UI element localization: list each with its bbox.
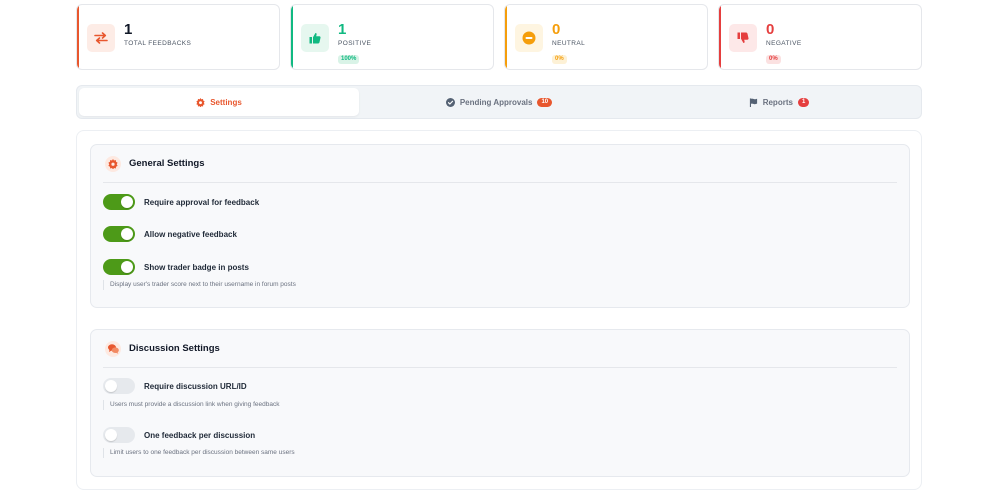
gear-icon [105, 155, 121, 172]
setting-allow-negative: Allow negative feedback [103, 226, 237, 242]
stat-value: 1 [124, 21, 133, 38]
setting-hint: Limit users to one feedback per discussi… [103, 448, 295, 458]
reports-count-badge: 1 [797, 97, 810, 107]
tab-reports-label: Reports [762, 97, 793, 107]
stat-value: 0 [552, 21, 561, 38]
toggle-switch[interactable] [103, 259, 135, 275]
setting-label: Show trader badge in posts [144, 262, 249, 272]
setting-require-discussion-url: Require discussion URL/ID [103, 378, 247, 394]
stat-badge: 0% [766, 54, 781, 64]
toggle-switch[interactable] [103, 226, 135, 242]
check-circle-icon [445, 97, 455, 107]
card-accent [719, 5, 721, 69]
tab-pending-approvals[interactable]: Pending Approvals 10 [359, 88, 639, 116]
toggle-knob [121, 196, 133, 208]
stat-label: POSITIVE [338, 40, 372, 47]
section-title: Discussion Settings [129, 343, 220, 354]
gear-icon [196, 97, 205, 107]
setting-hint: Display user's trader score next to thei… [103, 280, 296, 290]
general-settings-section: General Settings Require approval for fe… [90, 144, 910, 308]
thumbs-up-icon [301, 24, 329, 52]
toggle-knob [105, 380, 117, 392]
pending-count-badge: 10 [537, 97, 553, 107]
setting-label: Require approval for feedback [144, 197, 260, 207]
tab-settings-label: Settings [210, 97, 242, 107]
arrows-exchange-icon [87, 24, 115, 52]
stat-value: 1 [338, 21, 347, 38]
toggle-knob [105, 429, 117, 441]
tab-pending-label: Pending Approvals [459, 97, 533, 107]
section-header: Discussion Settings [103, 330, 897, 368]
toggle-switch[interactable] [103, 427, 135, 443]
stat-card-positive: 1 POSITIVE 100% [290, 4, 494, 70]
setting-require-approval: Require approval for feedback [103, 194, 259, 210]
setting-label: Require discussion URL/ID [144, 381, 247, 391]
section-title: General Settings [129, 158, 205, 169]
toggle-knob [121, 228, 133, 240]
stat-label: NEUTRAL [552, 40, 586, 47]
stat-card-total: 1 TOTAL FEEDBACKS [76, 4, 280, 70]
card-accent [505, 5, 507, 69]
setting-label: One feedback per discussion [144, 430, 256, 440]
stat-card-neutral: 0 NEUTRAL 0% [504, 4, 708, 70]
setting-trader-badge: Show trader badge in posts [103, 259, 249, 275]
chat-bubbles-icon [105, 340, 121, 357]
card-accent [291, 5, 293, 69]
minus-circle-icon [515, 24, 543, 52]
stat-label: TOTAL FEEDBACKS [124, 40, 192, 47]
toggle-switch[interactable] [103, 378, 135, 394]
stat-badge: 100% [338, 54, 360, 64]
toggle-switch[interactable] [103, 194, 135, 210]
tab-reports[interactable]: Reports 1 [639, 88, 919, 116]
toggle-knob [121, 261, 133, 273]
thumbs-down-icon [729, 24, 757, 52]
stats-row: 1 TOTAL FEEDBACKS 1 POSITIVE 100% 0 NEUT… [76, 4, 922, 70]
stat-label: NEGATIVE [766, 40, 802, 47]
stat-badge: 0% [552, 54, 567, 64]
stat-card-negative: 0 NEGATIVE 0% [718, 4, 922, 70]
flag-icon [749, 97, 757, 107]
tab-settings[interactable]: Settings [79, 88, 359, 116]
setting-one-feedback-per-discussion: One feedback per discussion [103, 427, 255, 443]
setting-label: Allow negative feedback [144, 229, 237, 239]
settings-panel: General Settings Require approval for fe… [76, 130, 922, 490]
card-accent [77, 5, 79, 69]
setting-hint: Users must provide a discussion link whe… [103, 400, 279, 410]
discussion-settings-section: Discussion Settings Require discussion U… [90, 329, 910, 477]
tab-bar: Settings Pending Approvals 10 Reports 1 [76, 85, 922, 119]
section-header: General Settings [103, 145, 897, 183]
stat-value: 0 [766, 21, 775, 38]
